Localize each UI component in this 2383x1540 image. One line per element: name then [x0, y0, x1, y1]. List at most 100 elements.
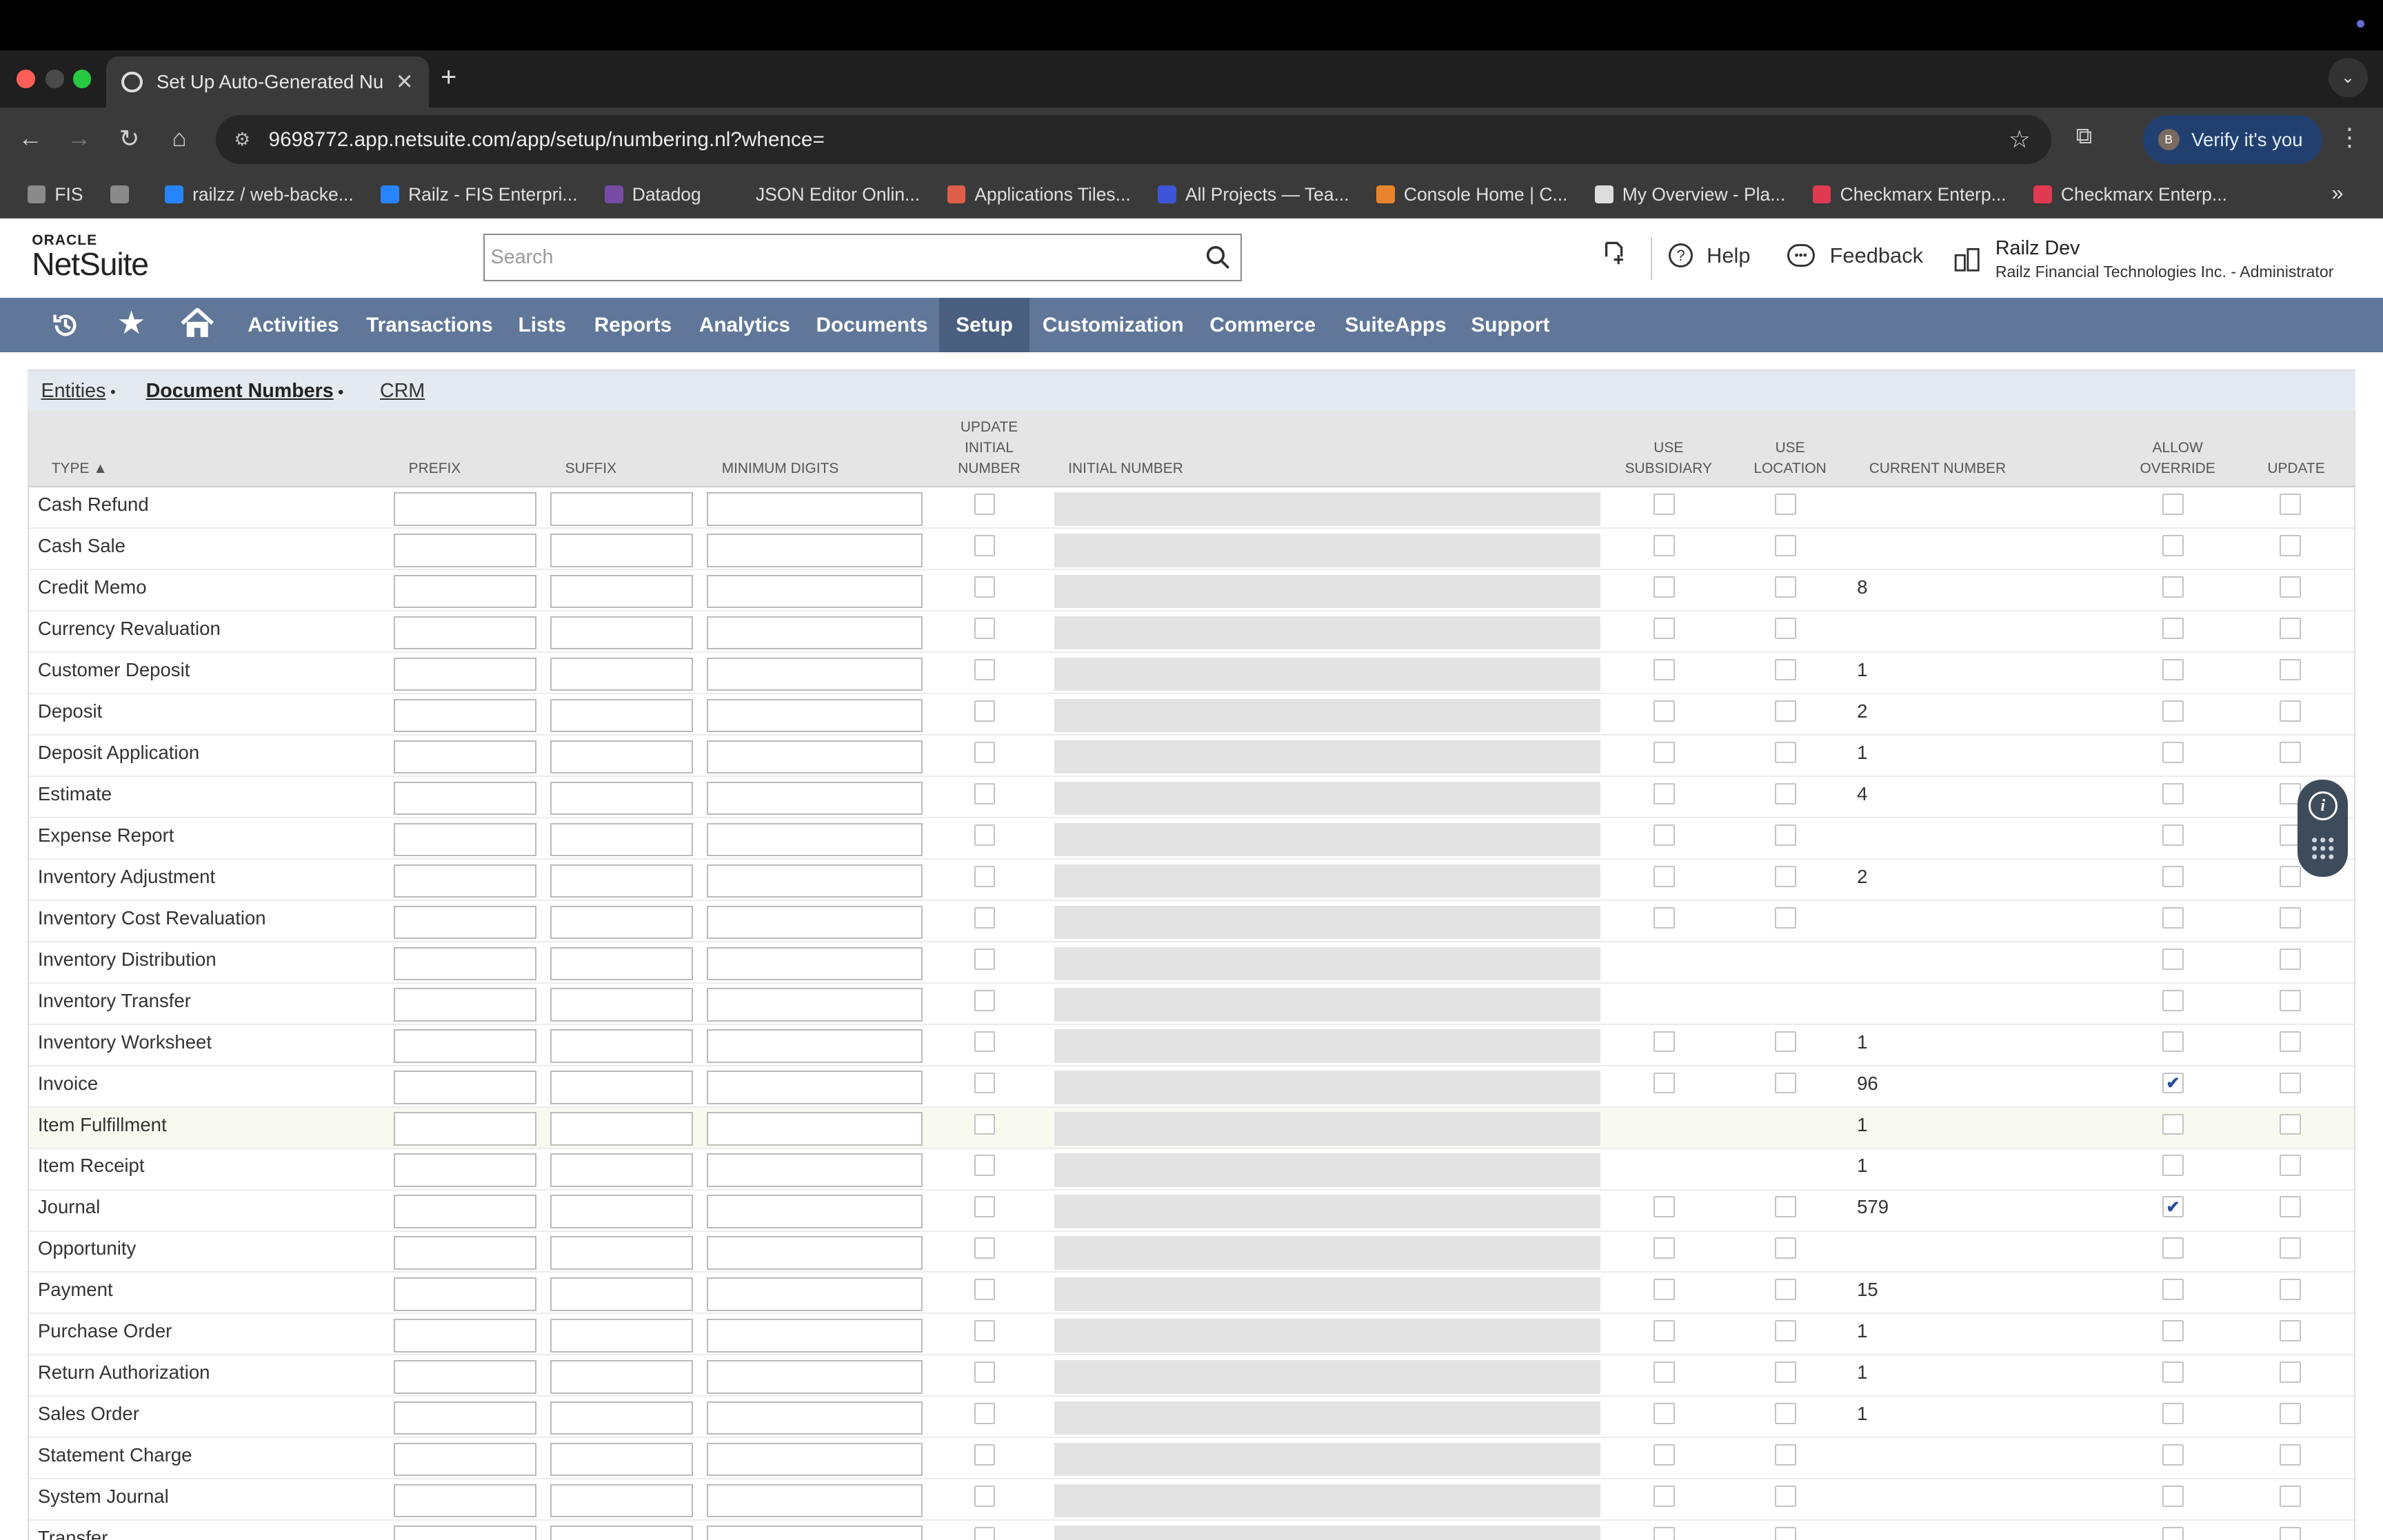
update-checkbox[interactable] — [2279, 1237, 2301, 1259]
browser-menu-icon[interactable]: ⋮ — [2337, 123, 2362, 152]
update-initial-checkbox[interactable] — [974, 1361, 996, 1384]
menu-analytics[interactable]: Analytics — [683, 298, 807, 352]
prefix-input[interactable] — [393, 1029, 536, 1063]
prefix-input[interactable] — [393, 1360, 536, 1394]
prefix-input[interactable] — [393, 1153, 536, 1187]
suffix-input[interactable] — [550, 822, 693, 857]
prefix-input[interactable] — [393, 1483, 536, 1518]
suffix-input[interactable] — [550, 1442, 693, 1477]
use-subsidiary-checkbox[interactable] — [1653, 824, 1675, 846]
update-initial-checkbox[interactable] — [974, 906, 996, 929]
menu-setup[interactable]: Setup — [939, 297, 1030, 353]
update-checkbox[interactable] — [2279, 576, 2301, 598]
close-window-button[interactable] — [17, 70, 35, 88]
update-checkbox[interactable] — [2279, 1113, 2301, 1135]
update-checkbox[interactable] — [2279, 700, 2301, 722]
update-initial-checkbox[interactable] — [974, 741, 996, 763]
use-subsidiary-checkbox[interactable] — [1653, 865, 1675, 887]
update-checkbox[interactable] — [2279, 741, 2301, 763]
use-subsidiary-checkbox[interactable] — [1653, 576, 1675, 598]
minimum-digits-input[interactable] — [706, 1153, 923, 1187]
suffix-input[interactable] — [550, 988, 693, 1022]
bookmark-item[interactable]: All Projects — Tea... — [1158, 184, 1349, 205]
bookmark-item[interactable]: Checkmarx Enterp... — [2033, 184, 2227, 205]
close-tab-icon[interactable]: ✕ — [396, 70, 414, 94]
prefix-input[interactable] — [393, 1442, 536, 1477]
minimum-digits-input[interactable] — [706, 1195, 923, 1228]
menu-customization[interactable]: Customization — [1026, 298, 1200, 352]
bookmark-star-icon[interactable]: ☆ — [2009, 125, 2031, 154]
recent-history-icon[interactable] — [50, 310, 81, 341]
menu-suiteapps[interactable]: SuiteApps — [1328, 298, 1463, 352]
recent-records-icon[interactable] — [1602, 240, 1626, 267]
prefix-input[interactable] — [393, 864, 536, 898]
prefix-input[interactable] — [393, 1195, 536, 1228]
update-initial-checkbox[interactable] — [974, 1403, 996, 1424]
tab-search-icon[interactable]: ⌄ — [2328, 57, 2368, 98]
allow-override-checkbox[interactable] — [2162, 576, 2184, 598]
prefix-input[interactable] — [393, 946, 536, 980]
netsuite-logo[interactable]: ORACLE NetSuite — [32, 233, 149, 281]
allow-override-checkbox[interactable] — [2162, 1237, 2184, 1259]
minimum-digits-input[interactable] — [706, 1236, 923, 1270]
use-location-checkbox[interactable] — [1775, 1031, 1796, 1053]
new-tab-icon[interactable]: + — [441, 62, 456, 93]
allow-override-checkbox[interactable] — [2162, 535, 2184, 557]
update-checkbox[interactable] — [2279, 906, 2301, 929]
use-location-checkbox[interactable] — [1775, 906, 1796, 929]
suffix-input[interactable] — [550, 905, 693, 940]
prefix-input[interactable] — [393, 698, 536, 733]
suffix-input[interactable] — [550, 864, 693, 898]
feedback-button[interactable]: ••• Feedback — [1787, 243, 1923, 268]
suffix-input[interactable] — [550, 1277, 693, 1311]
update-initial-checkbox[interactable] — [974, 824, 996, 846]
forward-icon[interactable]: → — [64, 125, 94, 152]
use-subsidiary-checkbox[interactable] — [1653, 1486, 1675, 1507]
update-checkbox[interactable] — [2279, 535, 2301, 557]
grid-handle-icon[interactable] — [2310, 835, 2335, 861]
update-initial-checkbox[interactable] — [974, 1196, 996, 1218]
suffix-input[interactable] — [550, 1071, 693, 1104]
bookmark-item[interactable]: Console Home | C... — [1376, 184, 1567, 205]
allow-override-checkbox[interactable] — [2162, 1031, 2184, 1053]
allow-override-checkbox[interactable] — [2162, 906, 2184, 929]
allow-override-checkbox[interactable] — [2162, 1155, 2184, 1177]
minimum-digits-input[interactable] — [706, 946, 923, 980]
allow-override-checkbox[interactable] — [2162, 700, 2184, 722]
col-type[interactable]: TYPE ▲ — [52, 458, 108, 479]
bookmark-item[interactable]: JSON Editor Onlin... — [728, 184, 920, 205]
prefix-input[interactable] — [393, 988, 536, 1022]
update-checkbox[interactable] — [2279, 1403, 2301, 1424]
update-checkbox[interactable] — [2279, 1361, 2301, 1384]
use-subsidiary-checkbox[interactable] — [1653, 906, 1675, 929]
update-checkbox[interactable] — [2279, 1486, 2301, 1507]
menu-lists[interactable]: Lists — [501, 298, 583, 352]
subtab-entities[interactable]: Entities • — [41, 380, 116, 403]
minimum-digits-input[interactable] — [706, 781, 923, 815]
use-subsidiary-checkbox[interactable] — [1653, 1320, 1675, 1342]
minimum-digits-input[interactable] — [706, 740, 923, 774]
more-bookmarks-icon[interactable]: » — [2331, 181, 2343, 205]
update-initial-checkbox[interactable] — [974, 948, 996, 970]
site-info-icon[interactable]: ⚙ — [234, 129, 250, 150]
use-subsidiary-checkbox[interactable] — [1653, 1072, 1675, 1094]
allow-override-checkbox[interactable] — [2162, 782, 2184, 804]
home-icon[interactable]: ⌂ — [164, 125, 194, 152]
minimum-digits-input[interactable] — [706, 1442, 923, 1477]
allow-override-checkbox[interactable] — [2162, 1527, 2184, 1540]
prefix-input[interactable] — [393, 740, 536, 774]
suffix-input[interactable] — [550, 534, 693, 567]
minimum-digits-input[interactable] — [706, 1525, 923, 1540]
prefix-input[interactable] — [393, 657, 536, 691]
allow-override-checkbox[interactable] — [2162, 948, 2184, 970]
allow-override-checkbox[interactable] — [2162, 1361, 2184, 1384]
prefix-input[interactable] — [393, 534, 536, 567]
help-widget[interactable]: i — [2297, 779, 2349, 877]
update-initial-checkbox[interactable] — [974, 1486, 996, 1507]
minimum-digits-input[interactable] — [706, 1112, 923, 1146]
update-initial-checkbox[interactable] — [974, 535, 996, 557]
use-location-checkbox[interactable] — [1775, 1361, 1796, 1384]
prefix-input[interactable] — [393, 1525, 536, 1540]
prefix-input[interactable] — [393, 1112, 536, 1146]
update-initial-checkbox[interactable] — [974, 1113, 996, 1135]
